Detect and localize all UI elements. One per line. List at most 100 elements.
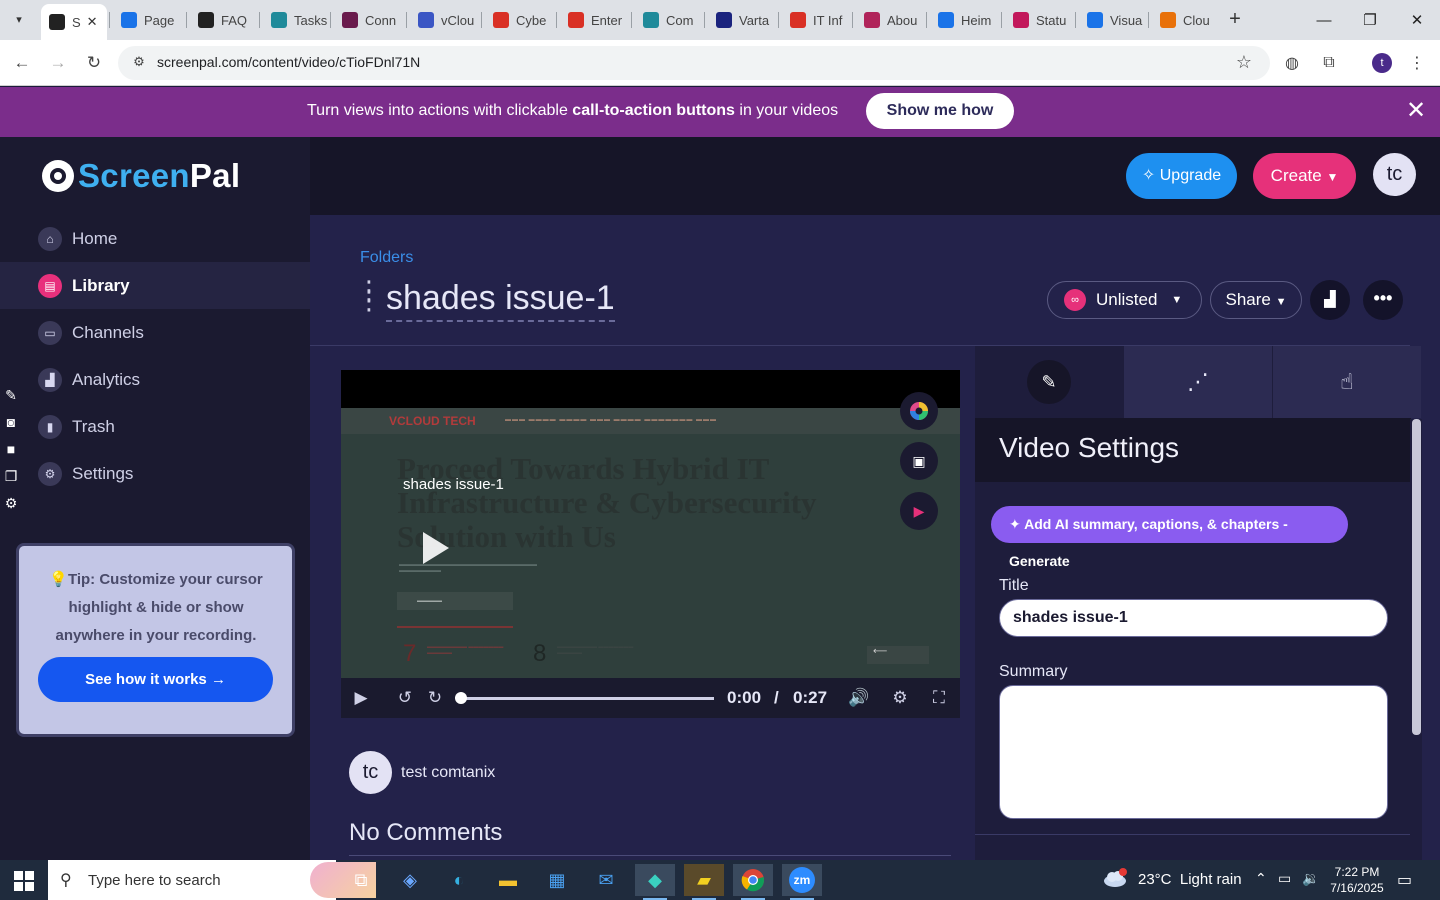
volume-icon[interactable]: 🔊 — [847, 686, 871, 710]
gear-icon[interactable]: ⚙ — [0, 495, 22, 517]
edge-icon[interactable]: ◐ — [439, 864, 479, 896]
windows-start-icon[interactable] — [14, 871, 34, 891]
tab-interactions[interactable]: ☝ — [1273, 346, 1421, 418]
sidebar-item-label: Settings — [72, 463, 134, 483]
browser-tab[interactable]: Com — [635, 6, 703, 34]
user-avatar[interactable]: tc — [1373, 153, 1416, 196]
volume-tray-icon[interactable]: 🔉 — [1302, 870, 1319, 887]
color-wheel-button[interactable] — [900, 392, 938, 430]
browser-tab[interactable]: Conn — [334, 6, 402, 34]
browser-tab[interactable]: Enter — [560, 6, 628, 34]
play-overlay-icon[interactable] — [411, 526, 455, 570]
progress-bar[interactable] — [459, 697, 714, 700]
taskbar-search[interactable]: ⚲ Type here to search — [48, 860, 376, 900]
pen-icon[interactable]: ✎ — [0, 387, 22, 409]
drag-handle-icon[interactable]: ⋮ ⋮ — [356, 277, 382, 319]
tab-share[interactable]: ⋰ — [1124, 346, 1272, 418]
hidden-icons-chevron[interactable]: ⌃ — [1255, 870, 1267, 887]
task-view-icon[interactable]: ⧉ — [341, 864, 381, 896]
zoom-icon[interactable]: zm — [782, 864, 822, 900]
extensions-icon[interactable]: ⧉ — [1317, 51, 1341, 75]
browser-menu-icon[interactable]: ⋮ — [1405, 51, 1429, 75]
browser-tab[interactable]: Statu — [1005, 6, 1073, 34]
system-clock[interactable]: 7:22 PM 7/16/2025 — [1322, 864, 1392, 896]
edit-video-button[interactable]: ▶ — [900, 492, 938, 530]
forward-skip-icon[interactable]: ↻ — [423, 686, 447, 710]
weather-text: Light rain — [1179, 870, 1242, 888]
url-text[interactable]: screenpal.com/content/video/cTioFDnl71N — [157, 54, 420, 70]
progress-knob[interactable] — [455, 692, 467, 704]
sidebar-item-channels[interactable]: ▭ Channels — [0, 309, 310, 356]
bookmark-star-icon[interactable]: ☆ — [1236, 52, 1252, 73]
camera-icon[interactable]: ◙ — [0, 414, 22, 436]
maximize-button[interactable]: ❐ — [1347, 0, 1393, 40]
browser-tab[interactable]: Visua — [1079, 6, 1147, 34]
browser-tab[interactable]: FAQ — [190, 6, 258, 34]
minimize-button[interactable]: — — [1301, 0, 1347, 40]
sidebar-item-settings[interactable]: ⚙ Settings — [0, 450, 310, 497]
notifications-icon[interactable]: ▭ — [1397, 870, 1417, 890]
browser-tab[interactable]: Page — [113, 6, 181, 34]
copilot-icon[interactable]: ◈ — [390, 864, 430, 896]
visibility-dropdown[interactable]: ∞ Unlisted ▼ — [1047, 281, 1202, 319]
owner-avatar[interactable]: tc — [349, 751, 392, 794]
browser-tab[interactable]: IT Inf — [782, 6, 850, 34]
share-dropdown[interactable]: Share ▼ — [1210, 281, 1302, 319]
screenpal-logo[interactable]: ScreenPal — [42, 157, 240, 195]
store-icon[interactable]: ▦ — [537, 864, 577, 896]
close-window-button[interactable]: ✕ — [1394, 0, 1440, 40]
analytics-button[interactable]: ▟ — [1310, 280, 1350, 320]
browser-tab[interactable]: Heim — [930, 6, 998, 34]
play-button[interactable]: ▶ — [349, 686, 373, 710]
browser-tab[interactable]: Abou — [856, 6, 924, 34]
sidebar-item-analytics[interactable]: ▟ Analytics — [0, 356, 310, 403]
close-banner-icon[interactable]: ✕ — [1404, 99, 1428, 123]
create-button[interactable]: Create ▼ — [1253, 153, 1356, 199]
app-diamond-icon[interactable]: ◆ — [635, 864, 675, 900]
see-how-it-works-button[interactable]: See how it works → — [38, 657, 273, 702]
network-icon[interactable]: ▭ — [1278, 870, 1291, 887]
tab-separator — [556, 12, 557, 28]
profile-avatar[interactable]: t — [1372, 53, 1392, 73]
sidebar-item-library[interactable]: ▤ Library — [0, 262, 310, 309]
video-player[interactable]: VCLOUD TECH ▬▬▬ ▬▬▬▬ ▬▬▬▬ ▬▬▬ ▬▬▬▬ ▬▬▬▬▬… — [341, 370, 960, 718]
translate-icon[interactable]: ◍ — [1280, 51, 1304, 75]
more-options-button[interactable]: ••• — [1363, 280, 1403, 320]
sidebar-item-home[interactable]: ⌂ Home — [0, 215, 310, 262]
browser-tab[interactable]: Tasks — [263, 6, 331, 34]
reload-icon[interactable]: ↻ — [82, 51, 106, 75]
show-me-how-button[interactable]: Show me how — [866, 93, 1014, 129]
file-explorer-icon[interactable]: ▬ — [488, 864, 528, 896]
thumbnail-button[interactable]: ▣ — [900, 442, 938, 480]
tab-edit[interactable]: ✎ — [975, 346, 1123, 418]
page-title[interactable]: shades issue-1 — [386, 279, 615, 322]
mail-icon[interactable]: ✉ — [586, 864, 626, 896]
title-input[interactable]: shades issue-1 — [999, 599, 1388, 637]
rewind-icon[interactable]: ↺ — [393, 686, 417, 710]
back-icon[interactable]: ← — [10, 51, 34, 75]
weather-widget[interactable]: 23°C Light rain — [1102, 868, 1242, 890]
upgrade-button[interactable]: ✧ Upgrade — [1126, 153, 1237, 199]
browser-tab[interactable]: S ✕ — [41, 4, 107, 40]
fullscreen-icon[interactable]: ⛶ — [927, 686, 951, 710]
site-info-icon[interactable]: ⚙ — [130, 54, 148, 72]
address-bar[interactable]: ⚙ screenpal.com/content/video/cTioFDnl71… — [118, 46, 1270, 80]
tab-search-icon[interactable]: ▾ — [8, 8, 30, 30]
sticky-notes-icon[interactable]: ▰ — [684, 864, 724, 900]
new-tab-button[interactable]: + — [1224, 8, 1246, 30]
close-tab-icon[interactable]: ✕ — [87, 14, 98, 30]
chrome-icon[interactable] — [733, 864, 773, 900]
browser-tab[interactable]: Varta — [708, 6, 776, 34]
window-icon[interactable]: ❐ — [0, 468, 22, 490]
ai-generate-button[interactable]: ✦ Add AI summary, captions, & chapters -… — [991, 506, 1348, 569]
panel-scrollbar-thumb[interactable] — [1412, 419, 1421, 735]
forward-icon[interactable]: → — [46, 51, 70, 75]
settings-gear-icon[interactable]: ⚙ — [888, 686, 912, 710]
browser-tab[interactable]: vClou — [410, 6, 478, 34]
video-camera-icon[interactable]: ■ — [0, 441, 22, 463]
sidebar-item-trash[interactable]: ▮ Trash — [0, 403, 310, 450]
browser-tab[interactable]: Cybe — [485, 6, 553, 34]
browser-tab[interactable]: Clou — [1152, 6, 1220, 34]
summary-textarea[interactable] — [999, 685, 1388, 819]
breadcrumb-folders[interactable]: Folders — [360, 249, 413, 267]
